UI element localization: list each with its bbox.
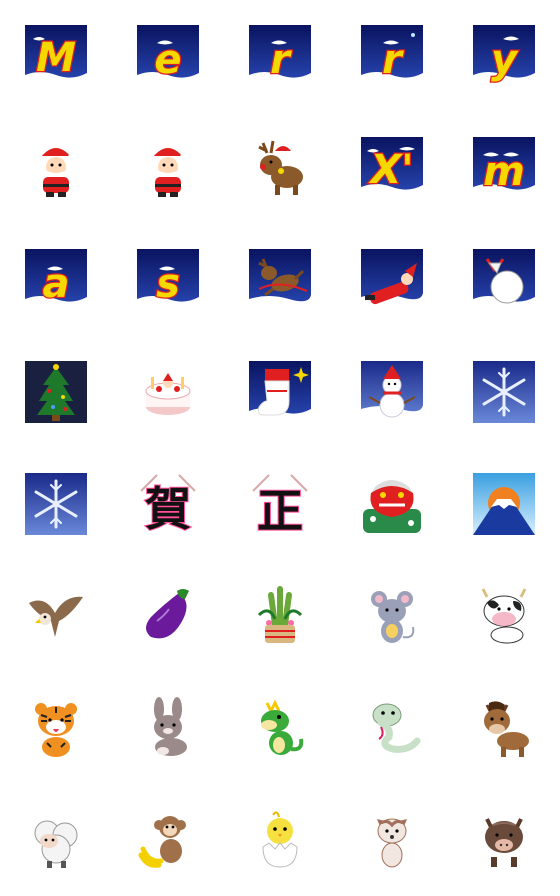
rabbit-icon [154, 697, 187, 756]
christmas-cake-sticker[interactable] [137, 361, 199, 423]
tiger-sticker[interactable] [25, 697, 87, 759]
letter-tile-m[interactable]: M [25, 25, 87, 87]
reindeer-sticker[interactable] [249, 137, 311, 199]
letter-tile-m-lower[interactable]: m [473, 137, 535, 199]
monkey-icon [138, 816, 186, 868]
mouse-icon [371, 591, 415, 643]
letter-tile-s[interactable]: s [137, 249, 199, 311]
cake-icon [145, 373, 191, 415]
hawk-icon [29, 596, 83, 637]
santa-claus-sticker-2[interactable] [137, 137, 199, 199]
mouse-sticker[interactable] [361, 585, 423, 647]
santa-icon [147, 148, 189, 197]
dog-sticker[interactable] [361, 809, 423, 871]
snowflake-sticker[interactable] [473, 361, 535, 423]
reindeer-icon [258, 140, 303, 195]
boar-icon [485, 818, 523, 867]
christmas-stocking-sticker[interactable] [249, 361, 311, 423]
letter-tile-a[interactable]: a [25, 249, 87, 311]
kanji-ga: 賀 [145, 482, 191, 535]
flying-reindeer-sticker[interactable] [249, 249, 311, 311]
horse-icon [484, 701, 529, 757]
santa-icon [35, 148, 77, 197]
letter-tile-e[interactable]: e [137, 25, 199, 87]
christmas-tree-sticker[interactable] [25, 361, 87, 423]
dragon-sticker[interactable] [249, 697, 311, 759]
fallen-santa-sticker[interactable] [361, 249, 423, 311]
letter-y: y [491, 37, 519, 83]
gift-sack-sticker[interactable] [473, 249, 535, 311]
kanji-sho: 正 [257, 484, 303, 535]
kanji-sho-sticker[interactable]: 正 [249, 473, 311, 535]
snowman-sticker[interactable] [361, 361, 423, 423]
emoji-grid: M e r r y X' m a s 賀 正 [0, 0, 560, 896]
dog-icon [377, 818, 407, 868]
sheep-icon [34, 820, 78, 868]
eggplant-icon [146, 589, 189, 639]
snowflake-sticker-2[interactable] [25, 473, 87, 535]
chick-icon [262, 811, 298, 868]
letter-tile-y[interactable]: y [473, 25, 535, 87]
kanji-ga-sticker[interactable]: 賀 [137, 473, 199, 535]
cow-icon [481, 588, 527, 644]
snake-icon [372, 703, 421, 753]
horse-sticker[interactable] [473, 697, 535, 759]
lion-dance-sticker[interactable] [361, 473, 423, 535]
letter-x-apostrophe: X' [367, 147, 413, 193]
chick-sticker[interactable] [249, 809, 311, 871]
santa-claus-sticker[interactable] [25, 137, 87, 199]
monkey-sticker[interactable] [137, 809, 199, 871]
dragon-icon [261, 699, 304, 755]
kadomatsu-sticker[interactable] [249, 585, 311, 647]
letter-m: M [36, 35, 76, 81]
cow-sticker[interactable] [473, 585, 535, 647]
letter-tile-r[interactable]: r [249, 25, 311, 87]
sheep-sticker[interactable] [25, 809, 87, 871]
eggplant-sticker[interactable] [137, 585, 199, 647]
wild-boar-sticker[interactable] [473, 809, 535, 871]
kadomatsu-icon [257, 586, 303, 643]
letter-tile-x-apostrophe[interactable]: X' [361, 137, 423, 199]
mount-fuji-sticker[interactable] [473, 473, 535, 535]
lion-dance-icon [363, 480, 421, 533]
hawk-sticker[interactable] [25, 585, 87, 647]
tiger-icon [35, 703, 77, 757]
snake-sticker[interactable] [361, 697, 423, 759]
rabbit-sticker[interactable] [137, 697, 199, 759]
letter-tile-r-2[interactable]: r [361, 25, 423, 87]
